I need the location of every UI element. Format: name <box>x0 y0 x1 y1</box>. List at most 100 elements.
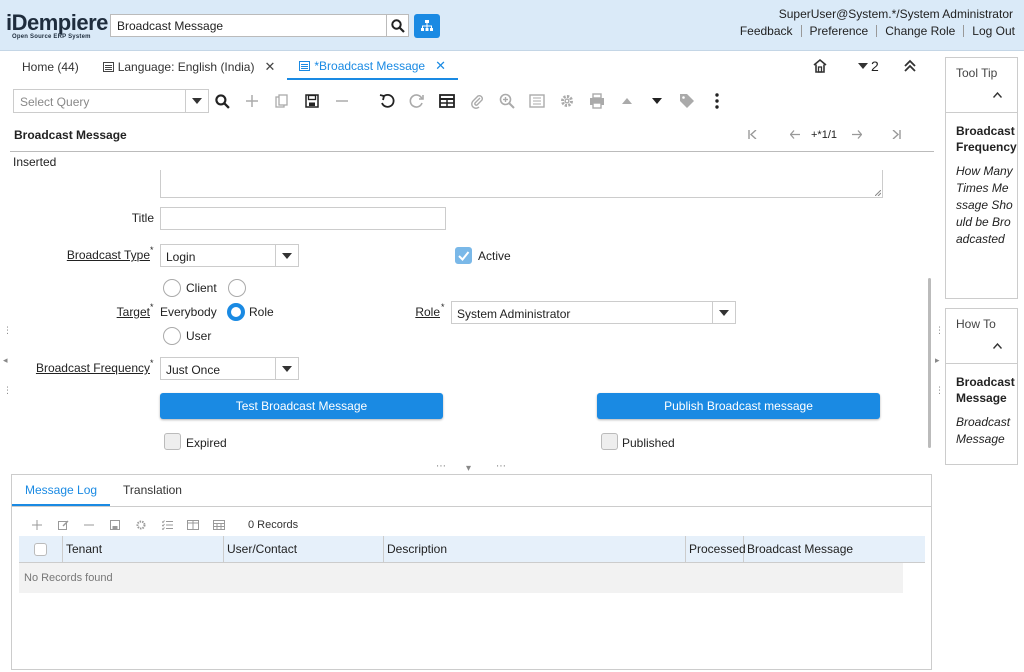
close-icon[interactable]: ✕ <box>264 59 275 75</box>
caret-down-icon <box>719 309 729 316</box>
gear-icon[interactable] <box>128 520 154 530</box>
window-count: 2 <box>871 58 879 74</box>
empty-grid-message: No Records found <box>19 563 903 593</box>
right-splitter-handle[interactable]: ⋮ <box>935 385 944 396</box>
tab-home[interactable]: Home (44) <box>10 54 91 80</box>
copy-record-icon[interactable] <box>273 92 291 110</box>
chevron-up-icon[interactable] <box>993 343 1002 349</box>
previous-record-icon[interactable] <box>618 92 636 110</box>
new-record-icon[interactable] <box>243 92 261 110</box>
caret-down-icon: ▾ <box>466 463 472 474</box>
tooltip-header[interactable]: Tool Tip <box>946 58 1017 113</box>
left-splitter-handle[interactable]: ⋮ <box>3 325 12 336</box>
grid-toggle-icon[interactable] <box>438 92 456 110</box>
undo-icon[interactable] <box>378 92 396 110</box>
collapse-up-icon[interactable] <box>903 59 917 73</box>
broadcast-frequency-select[interactable]: Just Once <box>160 357 276 380</box>
record-status: Inserted <box>13 155 57 169</box>
right-collapse-icon[interactable]: ▸ <box>935 355 940 366</box>
logout-link[interactable]: Log Out <box>964 25 1015 37</box>
broadcast-frequency-dropdown[interactable] <box>275 357 299 380</box>
target-radio-client[interactable] <box>163 279 181 297</box>
last-record-icon[interactable] <box>889 128 903 142</box>
broadcast-type-select[interactable]: Login <box>160 244 276 267</box>
column-header-user-contact[interactable]: User/Contact <box>224 536 384 563</box>
process-list-icon[interactable] <box>154 520 180 530</box>
close-icon[interactable]: ✕ <box>435 58 446 74</box>
test-broadcast-button[interactable]: Test Broadcast Message <box>160 393 443 419</box>
feedback-link[interactable]: Feedback <box>732 25 802 37</box>
target-radio-everybody[interactable] <box>228 279 246 297</box>
active-label: Active <box>478 249 511 263</box>
required-marker: * <box>441 302 445 312</box>
global-search-input[interactable]: Broadcast Message <box>110 14 387 37</box>
column-header-tenant[interactable]: Tenant <box>63 536 224 563</box>
grid-view-icon[interactable] <box>206 520 232 530</box>
delete-icon[interactable] <box>76 524 102 526</box>
tab-translation[interactable]: Translation <box>110 475 195 506</box>
tag-icon[interactable] <box>678 92 696 110</box>
new-icon[interactable] <box>24 520 50 530</box>
role-dropdown[interactable] <box>712 301 736 324</box>
column-header-broadcast-message[interactable]: Broadcast Message <box>744 536 925 563</box>
tab-language[interactable]: Language: English (India) ✕ <box>91 54 288 80</box>
right-splitter-handle[interactable]: ⋮ <box>935 325 944 336</box>
home-icon[interactable] <box>812 58 828 74</box>
active-checkbox[interactable] <box>455 247 472 264</box>
user-role-label[interactable]: SuperUser@System.*/System Administrator <box>779 7 1013 21</box>
change-role-link[interactable]: Change Role <box>877 25 965 37</box>
howto-header[interactable]: How To <box>946 309 1017 364</box>
target-radio-user[interactable] <box>163 327 181 345</box>
refresh-icon[interactable] <box>408 92 426 110</box>
idempiere-logo[interactable]: iDempiere Open Source ERP System <box>6 10 108 41</box>
save-icon[interactable] <box>102 520 128 530</box>
detail-splitter[interactable]: ⋯ ▾ ⋯ <box>436 461 508 474</box>
next-record-icon[interactable] <box>648 92 666 110</box>
first-record-icon[interactable] <box>745 128 759 142</box>
select-query-input[interactable]: Select Query <box>13 89 196 113</box>
window-list-dropdown[interactable]: 2 <box>858 58 879 74</box>
edit-icon[interactable] <box>50 520 76 530</box>
select-query-dropdown[interactable] <box>185 89 209 113</box>
sitemap-button[interactable] <box>414 14 440 38</box>
record-count: 0 Records <box>248 519 299 531</box>
find-icon[interactable] <box>213 92 231 110</box>
select-all-checkbox[interactable] <box>34 543 47 556</box>
column-header-description[interactable]: Description <box>384 536 686 563</box>
role-label: Role <box>415 305 440 319</box>
target-radio-role[interactable] <box>227 303 245 321</box>
message-textarea[interactable] <box>160 170 883 198</box>
print-icon[interactable] <box>588 92 606 110</box>
detail-toolbar: 0 Records <box>24 519 298 531</box>
expired-checkbox[interactable] <box>164 433 181 450</box>
next-record-arrow-icon[interactable] <box>845 128 869 142</box>
tooltip-description: How Many Times Message Should be Broadca… <box>956 164 1013 246</box>
published-checkbox[interactable] <box>601 433 618 450</box>
save-icon[interactable] <box>303 92 321 110</box>
left-splitter-handle[interactable]: ⋮ <box>3 385 12 396</box>
tab-language-label: Language: English (India) <box>117 60 255 74</box>
delete-icon[interactable] <box>333 92 351 110</box>
broadcast-type-dropdown[interactable] <box>275 244 299 267</box>
chevron-up-icon[interactable] <box>993 92 1002 98</box>
form-view-icon[interactable] <box>180 520 206 530</box>
logo-text: iDempiere <box>6 10 108 35</box>
search-button[interactable] <box>386 14 409 37</box>
zoom-across-icon[interactable] <box>498 92 516 110</box>
column-header-processed[interactable]: Processed <box>686 536 746 563</box>
tab-broadcast-message[interactable]: *Broadcast Message ✕ <box>287 54 458 80</box>
gear-icon[interactable] <box>558 92 576 110</box>
required-marker: * <box>150 245 154 255</box>
left-collapse-icon[interactable]: ◂ <box>3 355 8 366</box>
report-icon[interactable] <box>528 92 546 110</box>
role-select[interactable]: System Administrator <box>451 301 713 324</box>
attachment-icon[interactable] <box>468 92 486 110</box>
prev-record-arrow-icon[interactable] <box>783 128 807 142</box>
publish-broadcast-button[interactable]: Publish Broadcast message <box>597 393 880 419</box>
title-input[interactable] <box>160 207 446 230</box>
form-scrollbar[interactable] <box>928 278 931 448</box>
preference-link[interactable]: Preference <box>802 25 878 37</box>
tab-message-log[interactable]: Message Log <box>12 475 111 506</box>
more-options-icon[interactable] <box>708 92 726 110</box>
search-icon <box>390 18 405 33</box>
